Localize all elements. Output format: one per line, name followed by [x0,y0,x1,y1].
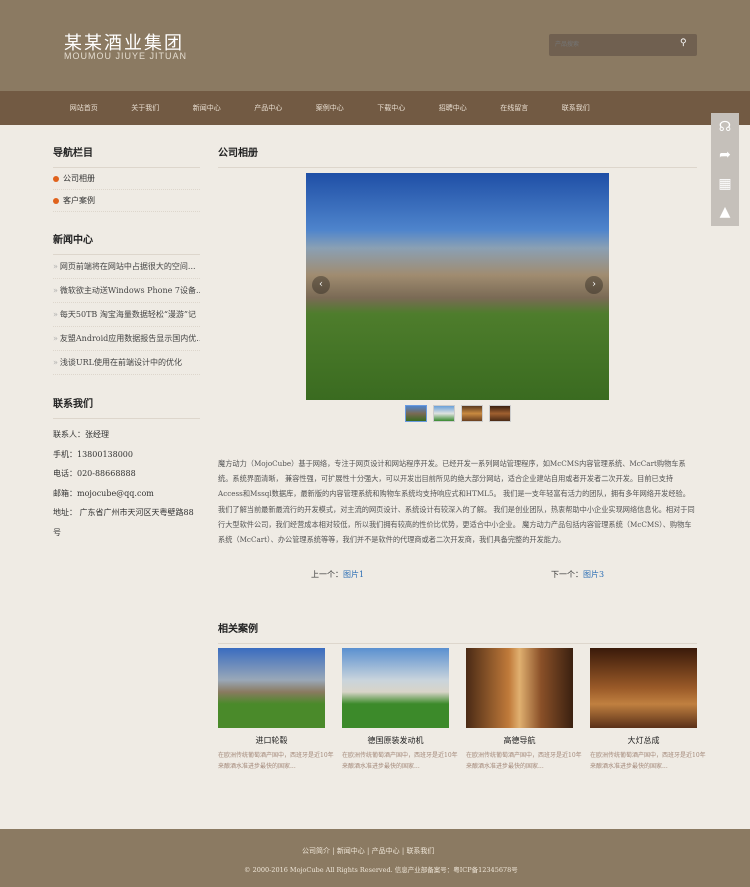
main-content: 公司相册 [218,144,697,168]
related-card[interactable]: 高德导航在欧洲传统葡萄酒产国中，西班牙是近10年来酿酒水准进步最快的国家... [466,648,582,772]
card-title[interactable]: 德国原装发动机 [342,735,449,746]
prev-arrow-icon[interactable]: ‹ [312,276,330,294]
gallery-thumbnails [405,405,511,422]
card-desc: 在欧洲传统葡萄酒产国中，西班牙是近10年来酿酒水准进步最快的国家... [342,752,458,770]
nav-jobs[interactable]: 招聘中心 [422,91,484,125]
card-image[interactable] [342,648,449,728]
news-item[interactable]: » 每天50TB 淘宝海量数据轻松“漫游”记 [53,303,200,327]
card-desc: 在欧洲传统葡萄酒产国中，西班牙是近10年来酿酒水准进步最快的国家... [218,752,334,770]
prev-item-link[interactable]: 图片1 [343,570,364,579]
copyright: © 2000-2016 MojoCube All Rights Reserved… [244,866,518,874]
card-desc: 在欧洲传统葡萄酒产国中，西班牙是近10年来酿酒水准进步最快的国家... [466,752,582,770]
footer-links: 公司简介 | 新闻中心 | 产品中心 | 联系我们 [302,847,435,855]
related-section: 相关案例 [218,620,697,644]
bullet-icon [53,175,59,182]
nav-about[interactable]: 关于我们 [115,91,177,125]
nav-products[interactable]: 产品中心 [238,91,300,125]
card-title[interactable]: 高德导航 [466,735,573,746]
share-icon[interactable]: ➦ [719,147,731,163]
header: 某某酒业集团 MOUMOU JIUYE JITUAN ⚲ [0,0,750,91]
contact-mobile: 手机：13800138000 [53,449,133,459]
card-desc: 在欧洲传统葡萄酒产国中，西班牙是近10年来酿酒水准进步最快的国家... [590,752,706,770]
card-image[interactable] [590,648,697,728]
category-item[interactable]: 公司相册 [53,168,200,190]
contact-phone: 电话：020-88668888 [53,469,136,478]
bullet-icon [53,197,59,204]
thumbnail[interactable] [433,405,455,422]
prev-link: 上一个：图片1 [311,570,365,579]
nav-contact[interactable]: 联系我们 [545,91,607,125]
related-card[interactable]: 大灯总成在欧洲传统葡萄酒产国中，西班牙是近10年来酿酒水准进步最快的国家... [590,648,706,772]
rocket-top-icon[interactable]: ▲ [720,204,731,220]
related-card[interactable]: 德国原装发动机在欧洲传统葡萄酒产国中，西班牙是近10年来酿酒水准进步最快的国家.… [342,648,458,772]
footer-link-about[interactable]: 公司简介 [302,847,330,855]
contact-title: 联系我们 [53,395,200,419]
next-item-link[interactable]: 图片3 [583,570,604,579]
nav-message[interactable]: 在线留言 [484,91,546,125]
footer-link-contact[interactable]: 联系我们 [406,847,434,855]
category-item[interactable]: 客户案例 [53,190,200,212]
related-card[interactable]: 进口轮毂在欧洲传统葡萄酒产国中，西班牙是近10年来酿酒水准进步最快的国家... [218,648,334,772]
next-arrow-icon[interactable]: › [585,276,603,294]
news-item[interactable]: » 友盟Android应用数据报告显示国内优... [53,327,200,351]
album-description: 魔方动力（MojoCube）基于网络，专注于网页设计和网站程序开发。已经开发一系… [218,459,695,545]
search-box: ⚲ [549,34,697,56]
contact-address: 地址： 广东省广州市天河区天粤壁路88号 [53,508,194,537]
contact-person: 联系人：张经理 [53,430,109,439]
related-title: 相关案例 [218,620,697,644]
card-image[interactable] [466,648,573,728]
nav-home[interactable]: 网站首页 [53,91,115,125]
search-input[interactable] [549,34,669,56]
sidebar: 导航栏目 公司相册 客户案例 新闻中心 » 网页前端将在网站中占据很大的空间...… [53,144,200,542]
nav-title: 导航栏目 [53,144,200,168]
news-item[interactable]: » 网页前端将在网站中占据很大的空间... [53,255,200,279]
thumbnail[interactable] [405,405,427,422]
thumbnail[interactable] [461,405,483,422]
thumbnail[interactable] [489,405,511,422]
floating-toolbar: ☊ ➦ ▦ ▲ [711,113,739,226]
card-title[interactable]: 进口轮毂 [218,735,325,746]
gallery-image: ‹ › [306,173,609,400]
nav-cases[interactable]: 案例中心 [299,91,361,125]
footer-link-news[interactable]: 新闻中心 [337,847,365,855]
related-cards: 进口轮毂 在欧洲传统葡萄酒产国中，西班牙是近10年来酿酒水准进步最快的国家... … [218,648,706,772]
footer-link-products[interactable]: 产品中心 [372,847,400,855]
page-title: 公司相册 [218,144,697,168]
main-nav: 网站首页 关于我们 新闻中心 产品中心 案例中心 下载中心 招聘中心 在线留言 … [0,91,750,125]
footer: 公司简介 | 新闻中心 | 产品中心 | 联系我们 © 2000-2016 Mo… [0,829,750,887]
nav-news[interactable]: 新闻中心 [176,91,238,125]
next-link: 下一个：图片3 [551,570,605,579]
logo-subtitle: MOUMOU JIUYE JITUAN [64,51,188,61]
news-item[interactable]: » 浅谈URL使用在前端设计中的优化 [53,351,200,375]
category-label: 公司相册 [63,174,95,183]
headset-icon[interactable]: ☊ [719,119,731,135]
nav-download[interactable]: 下载中心 [361,91,423,125]
card-image[interactable] [218,648,325,728]
search-icon[interactable]: ⚲ [680,39,689,48]
qrcode-icon[interactable]: ▦ [718,176,731,192]
news-title: 新闻中心 [53,231,200,255]
contact-email: 邮箱：mojocube@qq.com [53,488,154,498]
news-item[interactable]: » 微软欲主动送Windows Phone 7设备... [53,279,200,303]
card-title[interactable]: 大灯总成 [590,735,697,746]
contact-info: 联系人：张经理 手机：13800138000 电话：020-88668888 邮… [53,425,200,542]
category-label: 客户案例 [63,196,95,205]
